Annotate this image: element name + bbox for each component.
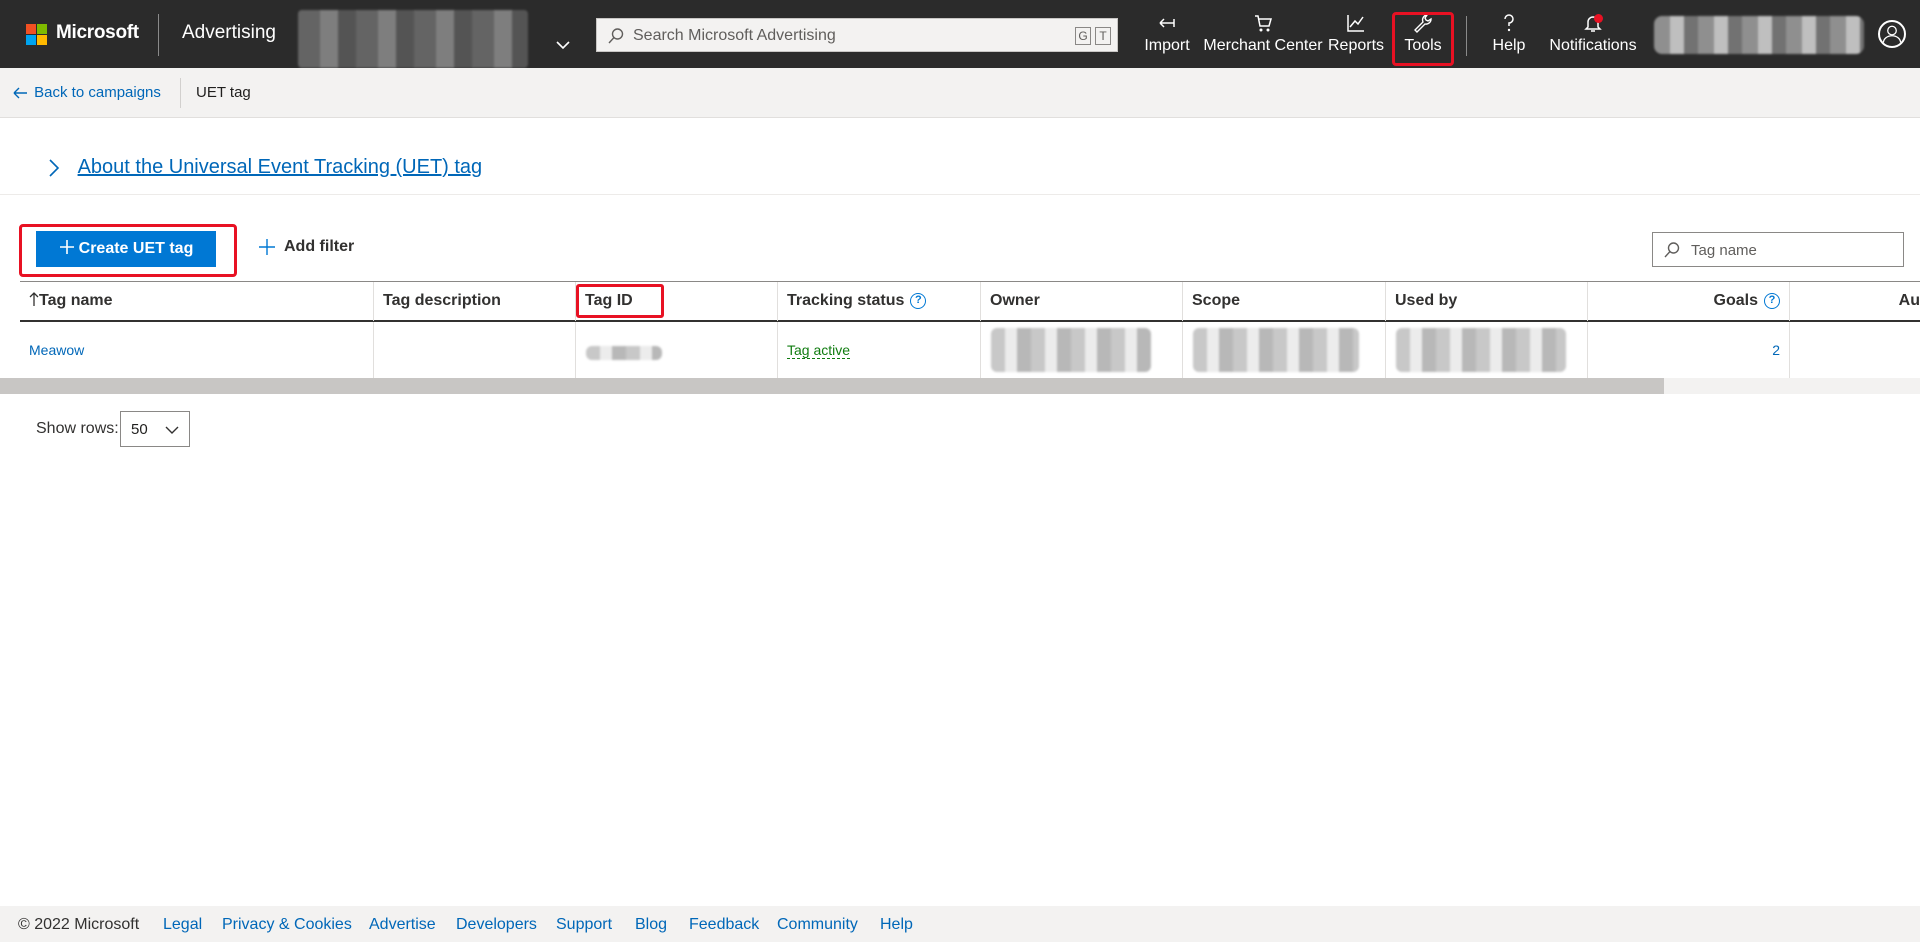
chevron-down-icon xyxy=(165,426,179,434)
column-header-tracking-status-label: Tracking status xyxy=(787,292,905,309)
cell-owner xyxy=(981,322,1183,378)
search-placeholder: Search Microsoft Advertising xyxy=(633,27,836,44)
notification-badge-dot xyxy=(1594,14,1603,23)
chart-trend-icon xyxy=(1347,15,1364,32)
cell-scope xyxy=(1183,322,1386,378)
column-header-scope[interactable]: Scope xyxy=(1183,282,1386,321)
column-header-goals[interactable]: Goals? xyxy=(1588,282,1790,321)
rows-per-page-select[interactable]: 50 xyxy=(120,411,190,447)
sort-ascending-icon xyxy=(29,291,39,306)
column-header-tag-description[interactable]: Tag description xyxy=(374,282,576,321)
chevron-down-icon[interactable] xyxy=(556,38,570,52)
brand-name[interactable]: Microsoft xyxy=(56,22,139,44)
search-icon xyxy=(1664,242,1680,258)
column-header-tag-name-label: Tag name xyxy=(39,292,113,309)
tag-name-search-placeholder: Tag name xyxy=(1691,242,1757,259)
global-search-input[interactable]: Search Microsoft Advertising G T xyxy=(596,18,1118,52)
column-header-tag-name[interactable]: Tag name xyxy=(20,282,374,321)
brand-divider xyxy=(158,14,159,56)
rows-per-page-value: 50 xyxy=(131,421,148,438)
footer-link-blog[interactable]: Blog xyxy=(635,916,667,934)
table-header-row: Tag name Tag description Tag ID Tracking… xyxy=(20,281,1920,322)
column-header-auto[interactable]: Au xyxy=(1790,282,1920,321)
owner-redacted xyxy=(991,328,1151,372)
question-mark-icon xyxy=(1504,14,1514,32)
column-header-owner[interactable]: Owner xyxy=(981,282,1183,321)
show-rows-label: Show rows: xyxy=(36,420,119,437)
nav-import-label: Import xyxy=(1144,37,1190,54)
footer-link-developers[interactable]: Developers xyxy=(456,916,537,934)
nav-help[interactable]: Help xyxy=(1484,12,1534,62)
arrow-left-icon xyxy=(13,87,27,99)
import-icon xyxy=(1159,18,1175,28)
user-avatar-icon[interactable] xyxy=(1878,20,1906,48)
footer-link-feedback[interactable]: Feedback xyxy=(689,916,759,934)
nav-notifications-label: Notifications xyxy=(1549,37,1637,54)
back-to-campaigns-link[interactable]: Back to campaigns xyxy=(12,84,161,101)
nav-import[interactable]: Import xyxy=(1138,12,1196,62)
tracking-status-active[interactable]: Tag active xyxy=(787,342,851,359)
footer-copyright: © 2022 Microsoft xyxy=(18,916,140,933)
add-filter-label: Add filter xyxy=(284,238,355,256)
page-subheader: Back to campaigns UET tag xyxy=(0,68,1920,118)
about-uet-link[interactable]: About the Universal Event Tracking (UET)… xyxy=(78,156,483,178)
nav-help-label: Help xyxy=(1492,37,1526,54)
chevron-right-icon xyxy=(49,159,60,177)
user-account-redacted[interactable] xyxy=(1654,16,1864,54)
cell-tracking-status: Tag active xyxy=(778,322,981,378)
nav-notifications[interactable]: Notifications xyxy=(1546,12,1640,62)
column-header-tracking-status[interactable]: Tracking status? xyxy=(778,282,981,321)
about-uet-expander[interactable]: About the Universal Event Tracking (UET)… xyxy=(48,156,482,179)
footer-link-privacy[interactable]: Privacy & Cookies xyxy=(222,916,352,934)
search-shortcut-g: G xyxy=(1075,27,1091,45)
search-shortcut-t: T xyxy=(1095,27,1111,45)
footer-link-help[interactable]: Help xyxy=(880,916,913,934)
plus-icon xyxy=(259,239,275,255)
footer-link-advertise[interactable]: Advertise xyxy=(369,916,436,934)
account-selector-redacted[interactable] xyxy=(298,10,528,68)
scrollbar-thumb[interactable] xyxy=(0,378,1664,394)
microsoft-logo-icon xyxy=(26,24,48,46)
cell-tag-description xyxy=(374,322,576,378)
table-row[interactable]: Meawow Tag active 2 xyxy=(20,322,1920,378)
tag-name-search-input[interactable]: Tag name xyxy=(1652,232,1904,267)
page-footer: © 2022 Microsoft Legal Privacy & Cookies… xyxy=(0,906,1920,942)
cell-tag-id xyxy=(576,322,778,378)
cell-auto xyxy=(1790,322,1920,378)
tag-id-redacted xyxy=(586,346,662,360)
product-name[interactable]: Advertising xyxy=(182,22,276,44)
table-horizontal-scrollbar[interactable] xyxy=(0,378,1920,394)
subheader-divider xyxy=(180,78,181,108)
column-header-used-by[interactable]: Used by xyxy=(1386,282,1588,321)
nav-merchant-center[interactable]: Merchant Center xyxy=(1202,12,1324,62)
add-filter-button[interactable]: Add filter xyxy=(258,238,354,256)
column-header-goals-label: Goals xyxy=(1713,292,1758,309)
footer-link-support[interactable]: Support xyxy=(556,916,612,934)
footer-link-legal[interactable]: Legal xyxy=(163,916,202,934)
nav-reports[interactable]: Reports xyxy=(1326,12,1386,62)
page-title: UET tag xyxy=(196,84,251,101)
create-button-highlight-box xyxy=(19,224,237,277)
scope-redacted xyxy=(1193,328,1359,372)
nav-merchant-center-label: Merchant Center xyxy=(1203,37,1323,54)
used-by-redacted xyxy=(1396,328,1566,372)
nav-reports-label: Reports xyxy=(1327,37,1385,54)
cell-goals[interactable]: 2 xyxy=(1588,322,1790,378)
footer-link-community[interactable]: Community xyxy=(777,916,858,934)
section-divider xyxy=(0,194,1920,195)
search-icon xyxy=(608,28,624,44)
cell-used-by xyxy=(1386,322,1588,378)
top-navigation-bar: Microsoft Advertising Search Microsoft A… xyxy=(0,0,1920,68)
shopping-cart-icon xyxy=(1255,15,1272,32)
tag-id-highlight-box xyxy=(576,284,664,318)
nav-divider xyxy=(1466,16,1467,56)
cell-tag-name[interactable]: Meawow xyxy=(20,322,374,378)
tools-highlight-box xyxy=(1392,12,1454,66)
back-to-campaigns-label: Back to campaigns xyxy=(34,84,161,101)
help-circle-icon[interactable]: ? xyxy=(1764,292,1780,309)
help-circle-icon[interactable]: ? xyxy=(910,292,927,309)
